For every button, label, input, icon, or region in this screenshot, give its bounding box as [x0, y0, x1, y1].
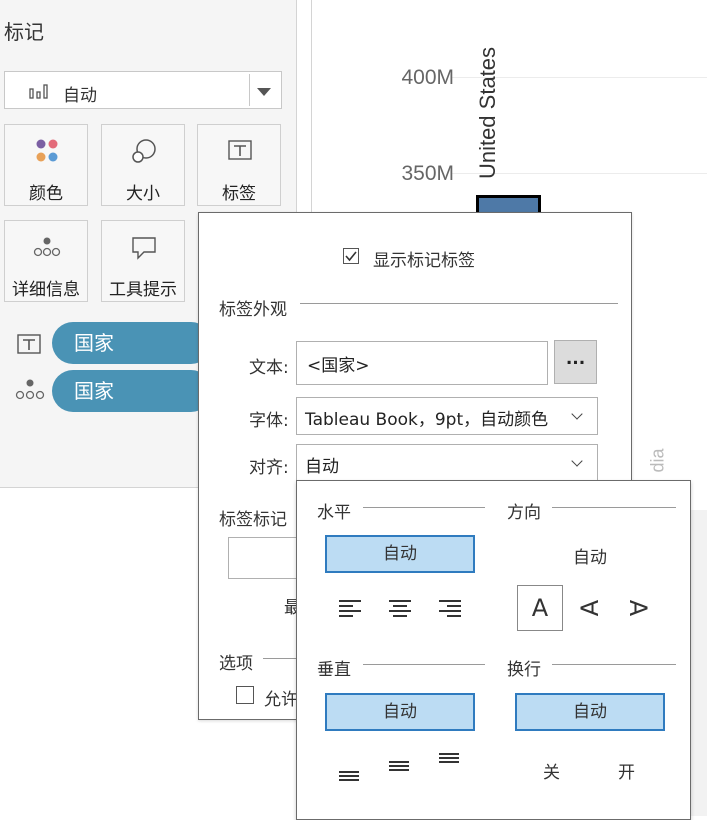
vertical-auto-button[interactable]: 自动: [325, 693, 475, 731]
align-right-icon[interactable]: [439, 600, 461, 618]
font-label: 字体:: [249, 411, 289, 431]
bar-label: United States: [475, 46, 500, 180]
field-pill-country-label[interactable]: 国家: [52, 322, 212, 364]
size-card-label: 大小: [126, 184, 160, 204]
horizontal-title: 水平: [317, 503, 351, 523]
section-rule: [263, 658, 299, 659]
font-dropdown-value: Tableau Book，9pt，自动颜色: [305, 410, 549, 430]
wrap-off-option[interactable]: 关: [543, 758, 560, 783]
section-rule: [363, 664, 485, 665]
chevron-down-icon[interactable]: [257, 88, 271, 96]
direction-title: 方向: [507, 503, 541, 523]
direction-down-icon[interactable]: A: [623, 593, 653, 623]
bar-label-container: United States: [468, 36, 508, 196]
horizontal-auto-button[interactable]: 自动: [325, 535, 475, 573]
detail-dots-icon: [33, 237, 61, 257]
panel-edge: [690, 510, 707, 816]
detail-card-label: 详细信息: [12, 280, 80, 300]
y-tick-label: 400M: [401, 66, 454, 89]
align-label: 对齐:: [249, 458, 289, 478]
partial-bar-label: dia: [647, 448, 668, 473]
allow-overlap-checkbox[interactable]: [236, 686, 254, 704]
options-title: 选项: [219, 654, 253, 674]
text-more-button[interactable]: ...: [554, 340, 597, 384]
tooltip-bubble-icon: [132, 237, 156, 260]
size-circles-icon: [132, 139, 156, 163]
vertical-title: 垂直: [317, 660, 351, 680]
tooltip-card-label: 工具提示: [109, 280, 177, 300]
size-card[interactable]: 大小: [101, 124, 185, 206]
dropdown-divider: [249, 74, 250, 106]
chevron-down-icon[interactable]: [571, 408, 583, 420]
label-card[interactable]: 标签: [197, 124, 281, 206]
field-pill-country-detail[interactable]: 国家: [52, 370, 212, 412]
align-top-icon[interactable]: [439, 751, 461, 769]
font-dropdown[interactable]: Tableau Book，9pt，自动颜色: [296, 397, 598, 435]
detail-card[interactable]: 详细信息: [4, 220, 88, 302]
section-rule: [300, 303, 618, 304]
direction-value: 自动: [573, 548, 607, 568]
alignment-popover: 水平 方向 自动 自动 A A A 垂直 换行 自动 自动 关 开: [296, 480, 691, 820]
label-card-label: 标签: [222, 184, 256, 204]
direction-up-icon[interactable]: A: [575, 593, 605, 623]
text-field[interactable]: <国家>: [296, 341, 548, 385]
detail-dots-icon: [15, 379, 45, 400]
align-dropdown-value: 自动: [305, 457, 339, 477]
check-icon: [345, 251, 357, 262]
align-bottom-icon[interactable]: [339, 763, 361, 781]
align-center-icon[interactable]: [389, 600, 411, 618]
section-rule: [552, 664, 676, 665]
color-dots-icon: [36, 139, 58, 162]
section-rule: [552, 507, 676, 508]
align-dropdown[interactable]: 自动: [296, 444, 598, 482]
tooltip-card[interactable]: 工具提示: [101, 220, 185, 302]
show-labels-checkbox[interactable]: [343, 248, 359, 264]
wrap-on-option[interactable]: 开: [618, 758, 635, 783]
align-middle-icon[interactable]: [389, 757, 411, 775]
color-card[interactable]: 颜色: [4, 124, 88, 206]
marks-to-label-title: 标签标记: [219, 510, 287, 530]
label-text-icon: [17, 334, 41, 354]
text-field-value: <国家>: [307, 356, 370, 376]
allow-overlap-label[interactable]: 允许: [264, 685, 298, 710]
appearance-title: 标签外观: [219, 300, 287, 320]
show-labels-label[interactable]: 显示标记标签: [373, 246, 475, 271]
mark-type-label: 自动: [63, 86, 97, 106]
mark-type-dropdown[interactable]: 自动: [4, 71, 282, 109]
text-label: 文本:: [249, 358, 289, 378]
wrap-title: 换行: [507, 660, 541, 680]
section-rule: [363, 507, 485, 508]
marks-title: 标记: [4, 20, 44, 44]
direction-horizontal-icon[interactable]: A: [517, 585, 563, 631]
wrap-auto-button[interactable]: 自动: [515, 693, 665, 731]
label-text-icon: [228, 140, 252, 160]
bar-chart-icon: [29, 84, 48, 99]
align-left-icon[interactable]: [339, 600, 361, 618]
color-card-label: 颜色: [29, 184, 63, 204]
y-tick-label: 350M: [401, 162, 454, 185]
chevron-down-icon[interactable]: [571, 455, 583, 467]
